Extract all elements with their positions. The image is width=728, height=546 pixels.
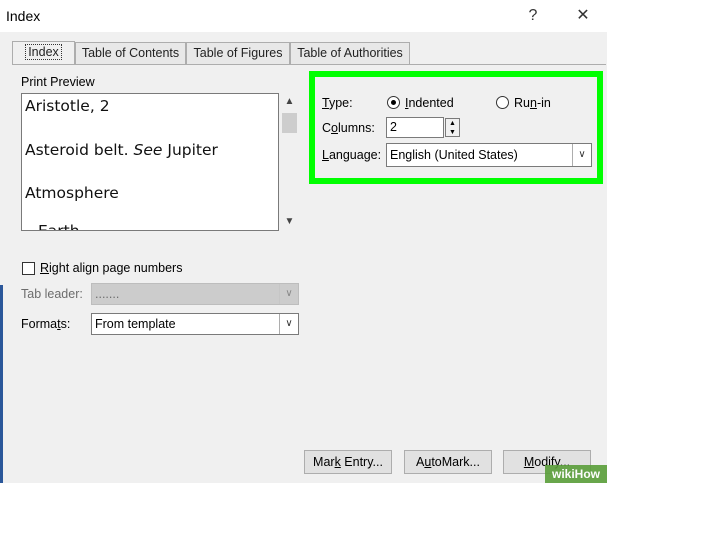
run-in-radio[interactable] <box>496 96 509 109</box>
preview-entry: Asteroid belt. See Jupiter <box>25 141 218 159</box>
columns-input[interactable]: 2 <box>386 117 444 138</box>
type-label: Type: <box>322 96 353 110</box>
title-bar: Index ? ✕ <box>0 0 607 32</box>
help-button[interactable]: ? <box>522 6 544 26</box>
indented-label: Indented <box>405 96 454 110</box>
wikihow-watermark: wikiHow <box>545 465 607 483</box>
mark-entry-button[interactable]: Mark Entry... <box>304 450 392 474</box>
tab-strip-line <box>12 64 606 65</box>
right-align-checkbox[interactable] <box>22 262 35 275</box>
chevron-up-icon[interactable]: ▲ <box>280 93 299 111</box>
indented-radio[interactable] <box>387 96 400 109</box>
print-preview-label: Print Preview <box>21 75 95 89</box>
tab-table-of-authorities[interactable]: Table of Authorities <box>290 42 410 64</box>
tab-leader-select[interactable]: ....... ∨ <box>91 283 299 305</box>
close-button[interactable]: ✕ <box>572 6 594 26</box>
scroll-thumb[interactable] <box>282 113 297 133</box>
formats-select[interactable]: From template ∨ <box>91 313 299 335</box>
formats-label: Formats: <box>21 317 71 331</box>
right-align-label: Right align page numbers <box>40 261 183 275</box>
preview-entry: Atmosphere <box>25 184 119 202</box>
print-preview-box: Aristotle, 2 Asteroid belt. See Jupiter … <box>21 93 279 231</box>
preview-entry: Earth <box>38 222 80 231</box>
tab-index[interactable]: Index <box>12 41 75 64</box>
tab-table-of-figures[interactable]: Table of Figures <box>186 42 290 64</box>
columns-stepper[interactable]: ▲ ▼ <box>445 118 460 137</box>
language-label: Language: <box>322 148 382 162</box>
automark-button[interactable]: AutoMark... <box>404 450 492 474</box>
tab-leader-label: Tab leader: <box>21 287 83 301</box>
stepper-down-icon[interactable]: ▼ <box>446 128 459 137</box>
chevron-down-icon: ∨ <box>279 284 298 304</box>
language-select[interactable]: English (United States) ∨ <box>386 143 592 167</box>
window-edge <box>0 285 3 483</box>
chevron-down-icon: ∨ <box>279 314 298 334</box>
chevron-down-icon[interactable]: ▼ <box>280 213 299 231</box>
run-in-label: Run-in <box>514 96 551 110</box>
columns-label: Columns: <box>322 121 375 135</box>
dialog-title: Index <box>6 8 41 24</box>
stepper-up-icon[interactable]: ▲ <box>446 119 459 128</box>
preview-entry: Aristotle, 2 <box>25 97 110 115</box>
chevron-down-icon: ∨ <box>572 144 591 166</box>
preview-scrollbar[interactable]: ▲ ▼ <box>280 93 299 231</box>
tab-table-of-contents[interactable]: Table of Contents <box>75 42 186 64</box>
